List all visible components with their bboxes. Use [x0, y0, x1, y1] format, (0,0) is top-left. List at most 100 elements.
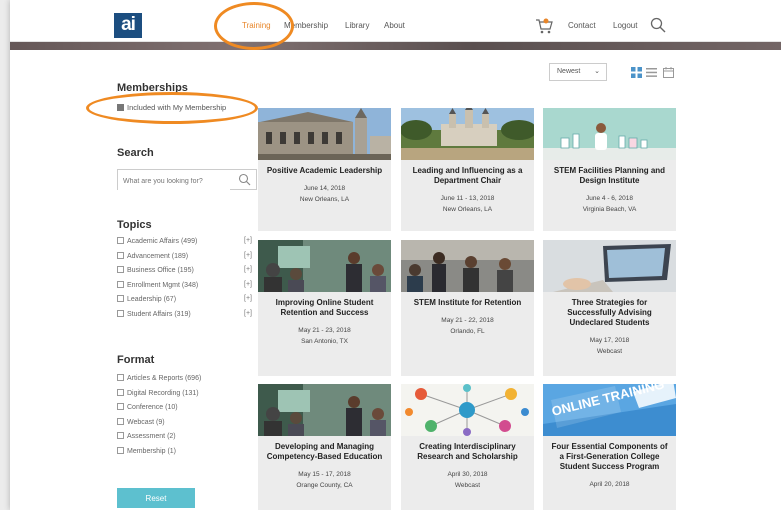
- card-location: Webcast: [454, 482, 481, 489]
- card-title[interactable]: Improving Online Student Retention and S…: [258, 292, 391, 318]
- topic-label: Advancement (189): [127, 252, 189, 260]
- search-icon[interactable]: [650, 17, 666, 33]
- expand-toggle[interactable]: [+]: [244, 310, 252, 317]
- card-title[interactable]: STEM Institute for Retention: [401, 292, 534, 308]
- card-location: New Orleans, LA: [442, 206, 493, 213]
- topic-item[interactable]: Leadership (67) [+]: [117, 295, 252, 310]
- topic-label: Student Affairs (319): [127, 310, 191, 318]
- format-list: Articles & Reports (696) Digital Recordi…: [117, 374, 252, 461]
- course-card[interactable]: STEM Institute for Retention May 21 - 22…: [401, 240, 534, 376]
- browser-page: ai Training Membership Library About Con…: [10, 0, 781, 510]
- sort-value: Newest: [557, 68, 581, 75]
- expand-toggle[interactable]: [+]: [244, 237, 252, 244]
- card-title[interactable]: Leading and Influencing as a Department …: [401, 160, 534, 186]
- card-location: Orange County, CA: [296, 482, 353, 489]
- format-item[interactable]: Webcast (9): [117, 417, 252, 433]
- topic-item[interactable]: Student Affairs (319) [+]: [117, 309, 252, 325]
- course-card[interactable]: Three Strategies for Successfully Advisi…: [543, 240, 676, 376]
- format-item[interactable]: Conference (10): [117, 403, 252, 418]
- checkbox[interactable]: [117, 403, 124, 410]
- format-label: Articles & Reports (696): [127, 375, 202, 382]
- card-date: June 11 - 13, 2018: [440, 195, 495, 202]
- topic-item[interactable]: Academic Affairs (499) [+]: [117, 237, 252, 252]
- topic-label: Academic Affairs (499): [127, 238, 198, 245]
- checkbox[interactable]: [117, 432, 124, 439]
- format-label: Webcast (9): [127, 418, 165, 426]
- course-card[interactable]: Positive Academic Leadership June 14, 20…: [258, 108, 391, 231]
- site-logo[interactable]: ai: [114, 13, 142, 38]
- expand-toggle[interactable]: [+]: [244, 252, 252, 259]
- card-title[interactable]: Developing and Managing Competency-Based…: [258, 436, 391, 462]
- course-card[interactable]: ONLINE TRAINING Four Essential Component…: [543, 384, 676, 510]
- topics-heading: Topics: [117, 219, 152, 231]
- checkbox[interactable]: [117, 295, 124, 302]
- format-item[interactable]: Assessment (2): [117, 432, 252, 447]
- nav-library[interactable]: Library: [345, 21, 369, 30]
- expand-toggle[interactable]: [+]: [244, 281, 252, 288]
- checkbox[interactable]: [117, 417, 124, 425]
- format-heading: Format: [117, 354, 155, 366]
- topic-item[interactable]: Advancement (189) [+]: [117, 251, 252, 267]
- search-field[interactable]: [117, 169, 257, 191]
- topic-label: Leadership (67): [127, 296, 177, 303]
- course-card[interactable]: STEM Facilities Planning and Design Inst…: [543, 108, 676, 231]
- card-title[interactable]: STEM Facilities Planning and Design Inst…: [543, 160, 676, 186]
- format-item[interactable]: Membership (1): [117, 446, 252, 462]
- grid-view-icon[interactable]: [631, 67, 642, 78]
- course-card[interactable]: Leading and Influencing as a Department …: [401, 108, 534, 231]
- course-card[interactable]: Improving Online Student Retention and S…: [258, 240, 391, 376]
- expand-toggle[interactable]: [+]: [244, 266, 252, 273]
- topic-item[interactable]: Enrollment Mgmt (348) [+]: [117, 280, 252, 296]
- card-title[interactable]: Four Essential Components of a First-Gen…: [543, 436, 676, 472]
- checkbox[interactable]: [117, 309, 124, 317]
- membership-filter[interactable]: Included with My Membership: [117, 103, 226, 112]
- format-item[interactable]: Articles & Reports (696): [117, 374, 252, 389]
- topic-item[interactable]: Business Office (195) [+]: [117, 266, 252, 281]
- checkbox[interactable]: [117, 104, 124, 111]
- card-date: May 21 - 22, 2018: [441, 317, 494, 324]
- card-image: ONLINE TRAINING: [543, 384, 676, 436]
- nav-logout[interactable]: Logout: [613, 21, 637, 30]
- chevron-down-icon: ⌄: [594, 68, 600, 75]
- checkbox[interactable]: [117, 237, 124, 244]
- card-title[interactable]: Positive Academic Leadership: [258, 160, 391, 176]
- course-card[interactable]: Creating Interdisciplinary Research and …: [401, 384, 534, 510]
- topic-label: Business Office (195): [127, 267, 194, 274]
- format-item[interactable]: Digital Recording (131): [117, 388, 252, 404]
- card-image: [401, 240, 534, 292]
- card-image: [401, 108, 534, 160]
- magnifier-icon[interactable]: [238, 173, 251, 186]
- sort-dropdown[interactable]: Newest ⌄: [549, 63, 607, 81]
- format-label: Digital Recording (131): [127, 389, 199, 397]
- checkbox[interactable]: [117, 374, 124, 381]
- checkbox[interactable]: [117, 280, 124, 288]
- course-card[interactable]: Developing and Managing Competency-Based…: [258, 384, 391, 510]
- nav-contact[interactable]: Contact: [568, 21, 596, 30]
- format-label: Assessment (2): [127, 433, 176, 440]
- nav-about[interactable]: About: [384, 21, 405, 30]
- hero-banner-strip: [10, 42, 781, 50]
- search-input[interactable]: [118, 172, 230, 191]
- cart-icon[interactable]: [535, 17, 553, 35]
- checkbox[interactable]: [117, 388, 124, 396]
- search-heading: Search: [117, 147, 154, 159]
- topic-label: Enrollment Mgmt (348): [127, 281, 199, 289]
- card-location: Orlando, FL: [450, 328, 485, 335]
- checkbox[interactable]: [117, 266, 124, 273]
- nav-membership[interactable]: Membership: [284, 21, 328, 30]
- card-image: [401, 384, 534, 436]
- card-date: June 4 - 6, 2018: [586, 195, 633, 202]
- card-date: April 30, 2018: [447, 471, 488, 478]
- topics-list: Academic Affairs (499) [+] Advancement (1…: [117, 237, 252, 324]
- nav-training[interactable]: Training: [242, 21, 271, 30]
- reset-button[interactable]: Reset: [117, 488, 195, 508]
- calendar-view-icon[interactable]: [663, 67, 674, 78]
- checkbox[interactable]: [117, 446, 124, 454]
- format-label: Conference (10): [127, 404, 178, 411]
- expand-toggle[interactable]: [+]: [244, 295, 252, 302]
- card-title[interactable]: Creating Interdisciplinary Research and …: [401, 436, 534, 462]
- card-title[interactable]: Three Strategies for Successfully Advisi…: [543, 292, 676, 328]
- list-view-icon[interactable]: [646, 67, 657, 78]
- checkbox[interactable]: [117, 251, 124, 259]
- card-location: Virginia Beach, VA: [582, 206, 637, 213]
